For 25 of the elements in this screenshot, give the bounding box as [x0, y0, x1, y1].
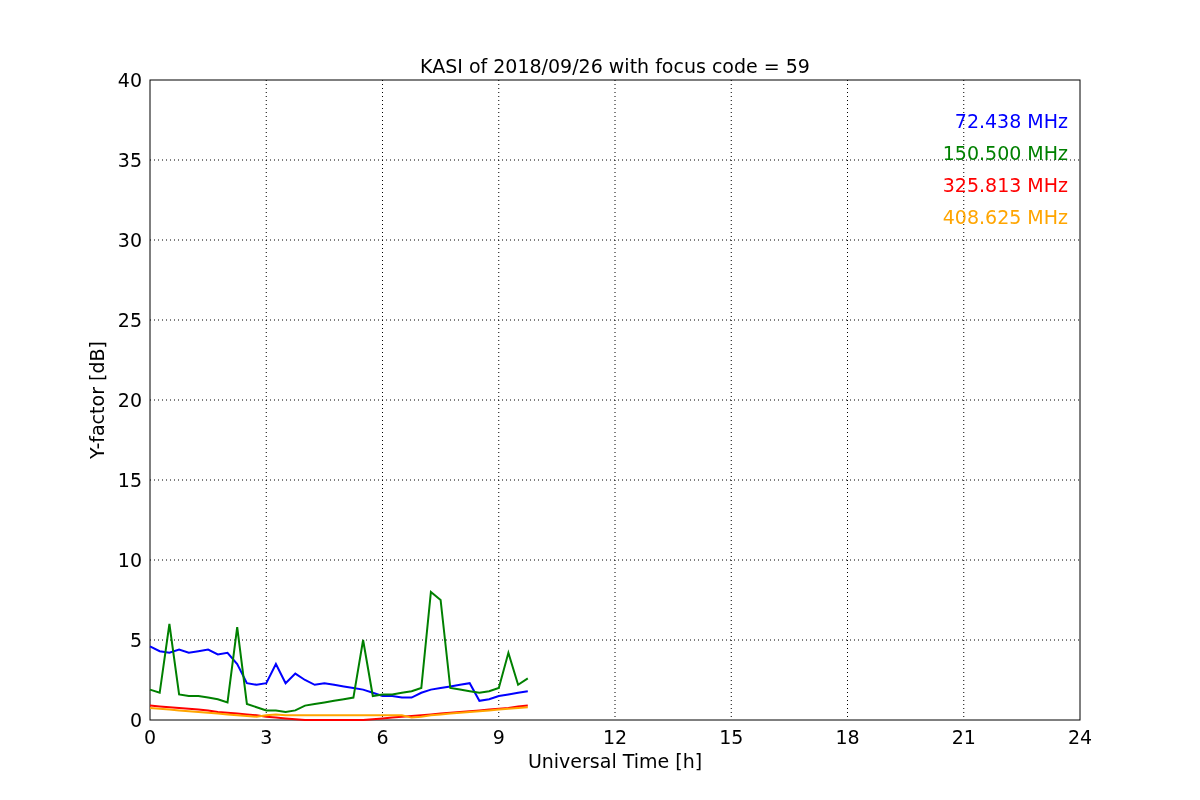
y-tick-label: 40 [117, 69, 142, 91]
legend-label: 408.625 MHz [942, 206, 1068, 228]
chart-title: KASI of 2018/09/26 with focus code = 59 [420, 55, 810, 77]
x-tick-label: 15 [719, 726, 744, 748]
x-tick-label: 3 [260, 726, 273, 748]
legend-label: 150.500 MHz [942, 142, 1068, 164]
x-tick-label: 12 [602, 726, 628, 748]
y-tick-label: 0 [129, 709, 142, 731]
legend-label: 72.438 MHz [954, 110, 1068, 132]
x-axis-title: Universal Time [h] [527, 750, 703, 772]
x-tick-label: 18 [835, 726, 860, 748]
x-tick-label: 24 [1067, 726, 1093, 748]
y-axis-title: Y-factor [dB] [86, 341, 108, 459]
legend-label: 325.813 MHz [942, 174, 1068, 196]
x-tick-label: 6 [376, 726, 389, 748]
y-tick-label: 25 [117, 309, 142, 331]
y-tick-label: 15 [117, 469, 142, 491]
x-tick-label: 9 [492, 726, 505, 748]
y-tick-label: 20 [117, 389, 142, 411]
y-tick-label: 35 [117, 149, 142, 171]
y-tick-label: 10 [117, 549, 142, 571]
x-tick-label: 0 [143, 726, 157, 748]
y-tick-label: 30 [117, 229, 142, 251]
y-tick-label: 5 [129, 629, 142, 651]
x-tick-label: 21 [951, 726, 976, 748]
